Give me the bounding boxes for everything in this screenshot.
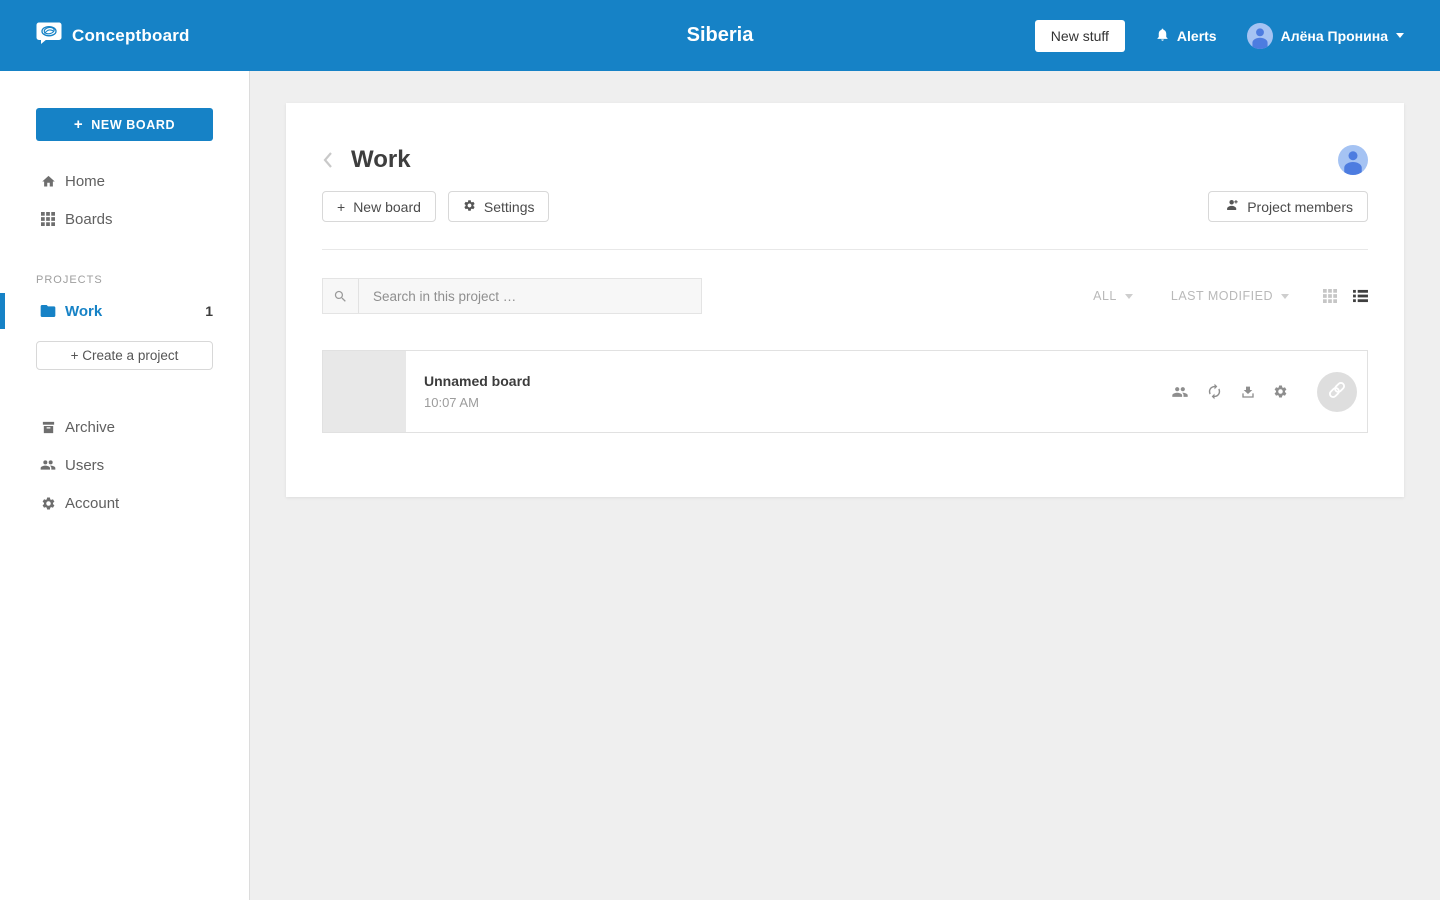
board-title: Unnamed board (424, 373, 531, 389)
user-avatar (1247, 23, 1273, 49)
project-card: Work + New board Settings (286, 103, 1404, 497)
conceptboard-logo-icon (36, 22, 62, 50)
project-members-button[interactable]: Project members (1208, 191, 1368, 222)
board-row[interactable]: Unnamed board 10:07 AM (322, 350, 1368, 433)
new-board-button[interactable]: + NEW BOARD (36, 108, 213, 141)
search-icon (323, 279, 359, 313)
topbar-actions: New stuff Alerts Алёна Пронина (1035, 20, 1404, 52)
board-actions (1171, 372, 1367, 412)
sidebar-item-boards[interactable]: Boards (0, 200, 249, 238)
board-settings-gear-icon[interactable] (1273, 384, 1288, 399)
sort-dropdown[interactable]: LAST MODIFIED (1171, 289, 1289, 303)
board-members-icon[interactable] (1171, 385, 1189, 399)
active-indicator (0, 293, 5, 329)
link-icon (1326, 379, 1348, 404)
new-board-card-label: New board (353, 199, 421, 215)
sidebar-item-archive[interactable]: Archive (0, 408, 249, 446)
list-view-icon[interactable] (1353, 289, 1368, 303)
project-header: Work (322, 145, 1368, 175)
gear-icon (40, 496, 56, 511)
main-content: Work + New board Settings (250, 71, 1440, 900)
gear-icon (463, 199, 476, 215)
sidebar-nav: Home Boards (0, 162, 249, 238)
home-icon (40, 174, 56, 189)
board-info: Unnamed board 10:07 AM (406, 373, 531, 410)
settings-label: Settings (484, 199, 535, 215)
sidebar-item-home[interactable]: Home (0, 162, 249, 200)
divider (322, 249, 1368, 250)
filter-row: ALL LAST MODIFIED (322, 278, 1368, 314)
sidebar-item-label: Account (65, 495, 119, 512)
sidebar-footer-nav: Archive Users Account (0, 408, 249, 522)
current-board-title: Siberia (687, 24, 754, 47)
project-member-avatar[interactable] (1338, 145, 1368, 175)
sidebar-item-account[interactable]: Account (0, 484, 249, 522)
new-board-label: NEW BOARD (91, 118, 175, 132)
plus-icon: + (337, 199, 345, 215)
boards-grid-icon (40, 212, 56, 226)
project-members-label: Project members (1247, 199, 1353, 215)
project-board-count: 1 (205, 303, 213, 319)
sidebar-item-users[interactable]: Users (0, 446, 249, 484)
sidebar-item-label: Users (65, 457, 104, 474)
back-button[interactable] (322, 151, 334, 169)
sync-icon[interactable] (1206, 383, 1223, 400)
sidebar-project-work[interactable]: Work 1 (0, 293, 249, 329)
view-filters: ALL LAST MODIFIED (1093, 289, 1368, 303)
sidebar-item-label: Boards (65, 211, 113, 228)
archive-icon (40, 420, 56, 435)
chevron-down-icon (1396, 33, 1404, 38)
chevron-down-icon (1281, 294, 1289, 299)
project-actions: + New board Settings Project members (322, 191, 1368, 222)
board-thumbnail[interactable] (323, 351, 406, 432)
user-name: Алёна Пронина (1281, 28, 1388, 44)
grid-view-icon[interactable] (1323, 289, 1337, 303)
sidebar-item-label: Archive (65, 419, 115, 436)
plus-icon: + (74, 116, 83, 133)
folder-icon (40, 304, 56, 318)
alerts-label: Alerts (1177, 28, 1217, 44)
top-bar: Conceptboard Siberia New stuff Alerts Ал… (0, 0, 1440, 71)
filter-all-label: ALL (1093, 289, 1117, 303)
bell-icon (1155, 27, 1170, 45)
project-label: Work (65, 303, 102, 320)
new-stuff-button[interactable]: New stuff (1035, 20, 1125, 52)
board-link-button[interactable] (1317, 372, 1357, 412)
project-title: Work (351, 146, 411, 174)
person-add-icon (1223, 199, 1239, 215)
alerts-button[interactable]: Alerts (1155, 27, 1217, 45)
create-project-button[interactable]: + Create a project (36, 341, 213, 370)
search-input[interactable] (359, 289, 701, 304)
filter-all-dropdown[interactable]: ALL (1093, 289, 1133, 303)
projects-heading: PROJECTS (36, 274, 249, 286)
brand-name: Conceptboard (72, 26, 190, 46)
users-icon (40, 458, 56, 472)
board-modified-time: 10:07 AM (424, 395, 531, 410)
user-menu[interactable]: Алёна Пронина (1247, 23, 1404, 49)
settings-button[interactable]: Settings (448, 191, 550, 222)
chevron-down-icon (1125, 294, 1133, 299)
download-icon[interactable] (1240, 384, 1256, 400)
new-board-button-card[interactable]: + New board (322, 191, 436, 222)
sort-label: LAST MODIFIED (1171, 289, 1273, 303)
sidebar: + NEW BOARD Home Boards PROJECTS (0, 71, 250, 900)
brand-logo[interactable]: Conceptboard (36, 22, 190, 50)
sidebar-item-label: Home (65, 173, 105, 190)
search-box[interactable] (322, 278, 702, 314)
